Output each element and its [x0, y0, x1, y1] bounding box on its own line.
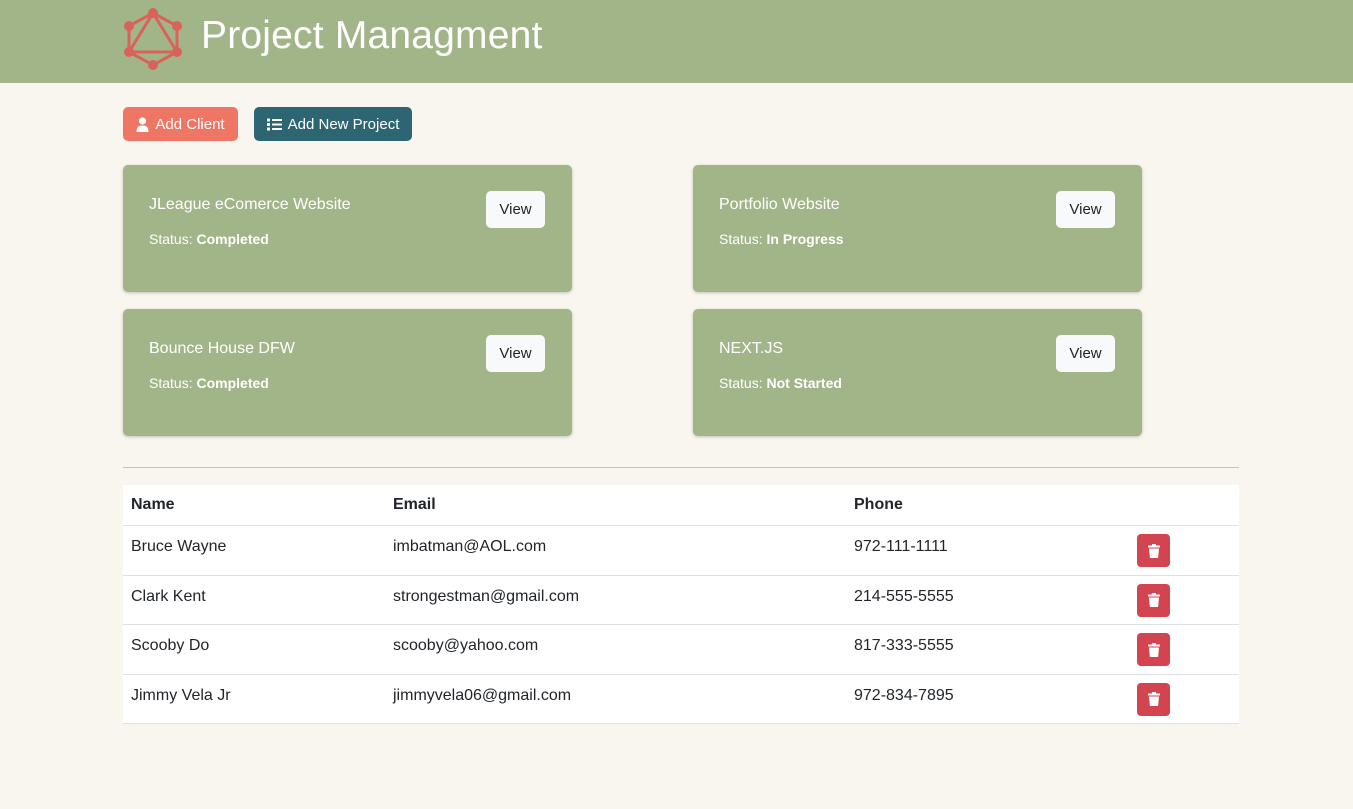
status-value: Completed — [196, 231, 269, 247]
trash-icon — [1147, 692, 1160, 706]
delete-client-button[interactable] — [1137, 534, 1170, 567]
project-card: Bounce House DFW Status: Completed View — [123, 309, 572, 436]
add-client-label: Add Client — [155, 115, 225, 133]
status-value: Not Started — [766, 375, 842, 391]
project-title: JLeague eComerce Website — [149, 196, 351, 213]
client-phone: 817-333-5555 — [854, 637, 954, 654]
client-phone: 972-111-1111 — [854, 538, 948, 555]
table-row: Jimmy Vela Jr jimmyvela06@gmail.com 972-… — [123, 675, 1239, 724]
project-title: Bounce House DFW — [149, 340, 295, 357]
list-icon — [266, 118, 282, 130]
client-phone: 214-555-5555 — [854, 587, 954, 605]
project-title: Portfolio Website — [719, 196, 840, 213]
view-project-button[interactable]: View — [486, 191, 545, 228]
delete-client-button[interactable] — [1137, 583, 1170, 617]
app-header: Project Managment — [0, 0, 1353, 83]
view-project-button[interactable]: View — [1056, 335, 1115, 372]
add-client-button[interactable]: Add Client — [123, 107, 238, 141]
header-email: Email — [393, 496, 436, 513]
section-divider — [123, 467, 1239, 468]
table-row: Scooby Do scooby@yahoo.com 817-333-5555 — [123, 625, 1239, 675]
project-status: Status: Completed — [149, 375, 269, 391]
status-label: Status: — [719, 231, 763, 247]
user-icon — [136, 116, 149, 132]
project-title: NEXT.JS — [719, 340, 784, 357]
add-project-label: Add New Project — [287, 115, 400, 133]
view-project-button[interactable]: View — [1056, 191, 1115, 228]
status-label: Status: — [719, 375, 763, 391]
add-project-button[interactable]: Add New Project — [254, 107, 412, 141]
header-name: Name — [131, 496, 175, 513]
client-name: Clark Kent — [131, 587, 206, 605]
view-project-button[interactable]: View — [486, 335, 545, 372]
graphql-logo-icon — [124, 8, 182, 70]
project-status: Status: Completed — [149, 231, 269, 247]
status-value: Completed — [196, 375, 269, 391]
delete-client-button[interactable] — [1137, 633, 1170, 666]
table-header: Name Email Phone — [123, 485, 1239, 526]
client-name: Jimmy Vela Jr — [131, 686, 231, 704]
delete-client-button[interactable] — [1137, 682, 1170, 716]
header-phone: Phone — [854, 496, 903, 513]
trash-icon — [1147, 593, 1160, 607]
trash-icon — [1147, 543, 1160, 558]
status-value: In Progress — [766, 231, 844, 247]
project-card: JLeague eComerce Website Status: Complet… — [123, 165, 572, 292]
app-title: Project Managment — [201, 14, 543, 57]
project-card: Portfolio Website Status: In Progress Vi… — [693, 165, 1142, 292]
status-label: Status: — [149, 375, 193, 391]
trash-icon — [1147, 642, 1160, 657]
table-row: Bruce Wayne imbatman@AOL.com 972-111-111… — [123, 526, 1239, 576]
client-email: scooby@yahoo.com — [393, 637, 539, 654]
status-label: Status: — [149, 231, 193, 247]
client-name: Scooby Do — [131, 637, 210, 654]
table-row: Clark Kent strongestman@gmail.com 214-55… — [123, 576, 1239, 625]
project-status: Status: In Progress — [719, 231, 844, 247]
client-email: strongestman@gmail.com — [393, 587, 580, 605]
client-email: imbatman@AOL.com — [393, 538, 547, 555]
client-phone: 972-834-7895 — [854, 686, 954, 704]
clients-table: Name Email Phone Bruce Wayne imbatman@AO… — [123, 485, 1239, 724]
project-card: NEXT.JS Status: Not Started View — [693, 309, 1142, 436]
client-name: Bruce Wayne — [131, 538, 227, 555]
client-email: jimmyvela06@gmail.com — [393, 686, 572, 704]
project-status: Status: Not Started — [719, 375, 842, 391]
